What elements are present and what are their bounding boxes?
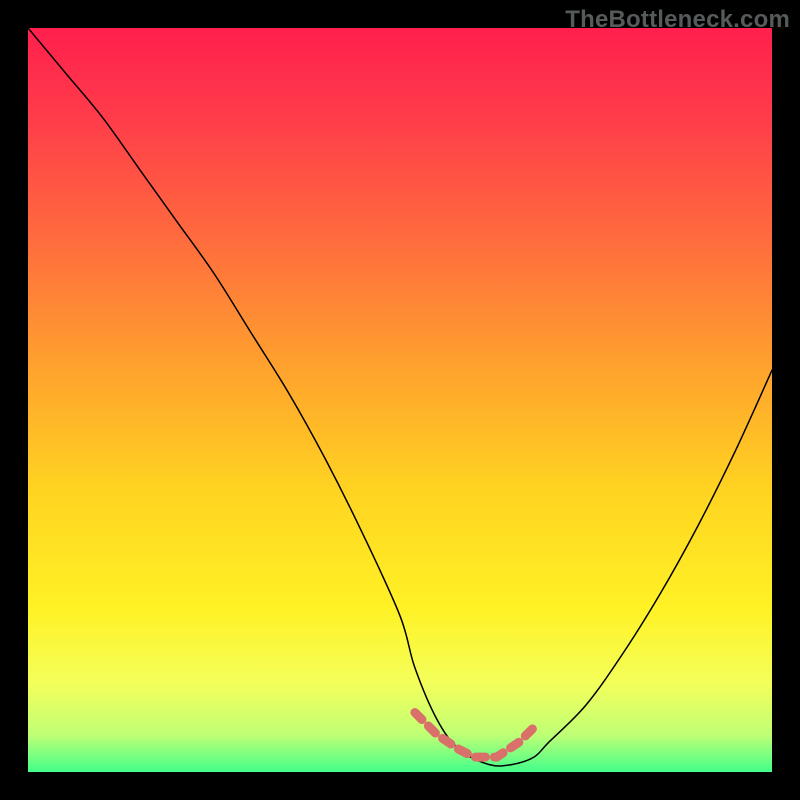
plot-svg: [28, 28, 772, 772]
watermark-label: TheBottleneck.com: [565, 6, 790, 34]
plot-area: [28, 28, 772, 772]
app-frame: TheBottleneck.com: [0, 0, 800, 800]
plot-background: [28, 28, 772, 772]
